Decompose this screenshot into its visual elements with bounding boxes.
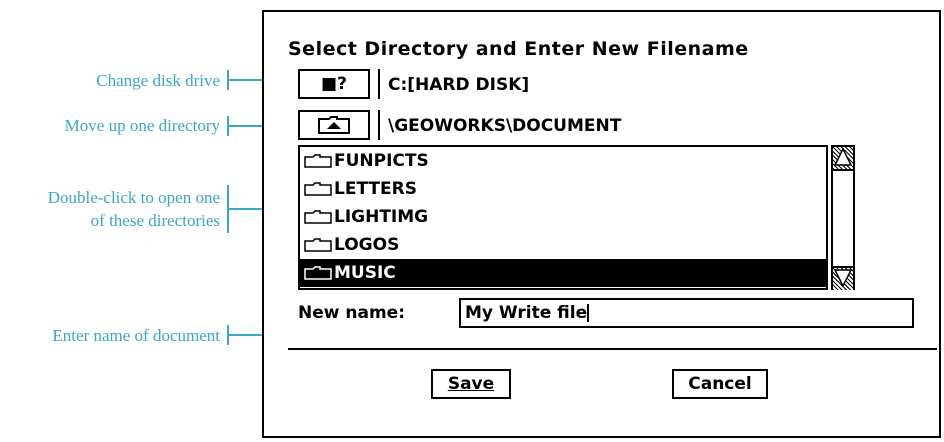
annotation-change-drive: Change disk drive [96, 71, 220, 90]
directory-item[interactable]: FUNPICTS [300, 147, 826, 175]
directory-name: LOGOS [334, 235, 400, 255]
directory-item[interactable]: LIGHTIMG [300, 203, 826, 231]
save-label: Save [447, 374, 495, 394]
scroll-up-button[interactable] [833, 147, 853, 171]
disk-icon: ■? [321, 74, 347, 94]
annotation-enter-name: Enter name of document [52, 326, 220, 345]
annotation-open-dir-1: Double-click to open one [47, 188, 220, 207]
down-arrow-icon [833, 269, 853, 288]
separator [288, 348, 937, 350]
text-cursor [587, 304, 590, 322]
cancel-label: Cancel [688, 374, 752, 394]
folder-icon [304, 182, 332, 196]
directory-item[interactable]: LOGOS [300, 231, 826, 259]
divider [378, 69, 380, 99]
change-drive-button[interactable]: ■? [298, 69, 370, 99]
annotation-open-dir-2: of these directories [90, 211, 220, 230]
new-name-input[interactable]: My Write file [459, 298, 914, 328]
up-folder-icon [318, 116, 350, 134]
save-button[interactable]: Save [431, 369, 511, 399]
directory-name: FUNPICTS [334, 151, 429, 171]
directory-name: LIGHTIMG [334, 207, 429, 227]
directory-scrollbar[interactable] [831, 145, 855, 290]
new-name-label: New name: [298, 303, 405, 323]
up-arrow-icon [833, 147, 853, 166]
folder-icon [304, 154, 332, 168]
directory-name: LETTERS [334, 179, 417, 199]
drive-path: C:[HARD DISK] [388, 75, 530, 95]
directory-list[interactable]: FUNPICTS LETTERS LIGHTIMG LOGOS MUSIC [298, 145, 828, 290]
up-directory-button[interactable] [298, 110, 370, 140]
dialog-title: Select Directory and Enter New Filename [288, 38, 749, 60]
folder-icon [304, 210, 332, 224]
folder-icon [304, 266, 332, 280]
directory-name: MUSIC [334, 263, 396, 283]
cancel-button[interactable]: Cancel [672, 369, 768, 399]
divider [378, 110, 380, 140]
file-dialog: Select Directory and Enter New Filename … [262, 10, 941, 438]
directory-item[interactable]: LETTERS [300, 175, 826, 203]
scroll-down-button[interactable] [833, 266, 853, 290]
directory-item-selected[interactable]: MUSIC [300, 259, 826, 287]
current-path: \GEOWORKS\DOCUMENT [388, 116, 622, 136]
annotation-move-up: Move up one directory [64, 116, 220, 135]
new-name-value: My Write file [465, 303, 588, 323]
folder-icon [304, 238, 332, 252]
